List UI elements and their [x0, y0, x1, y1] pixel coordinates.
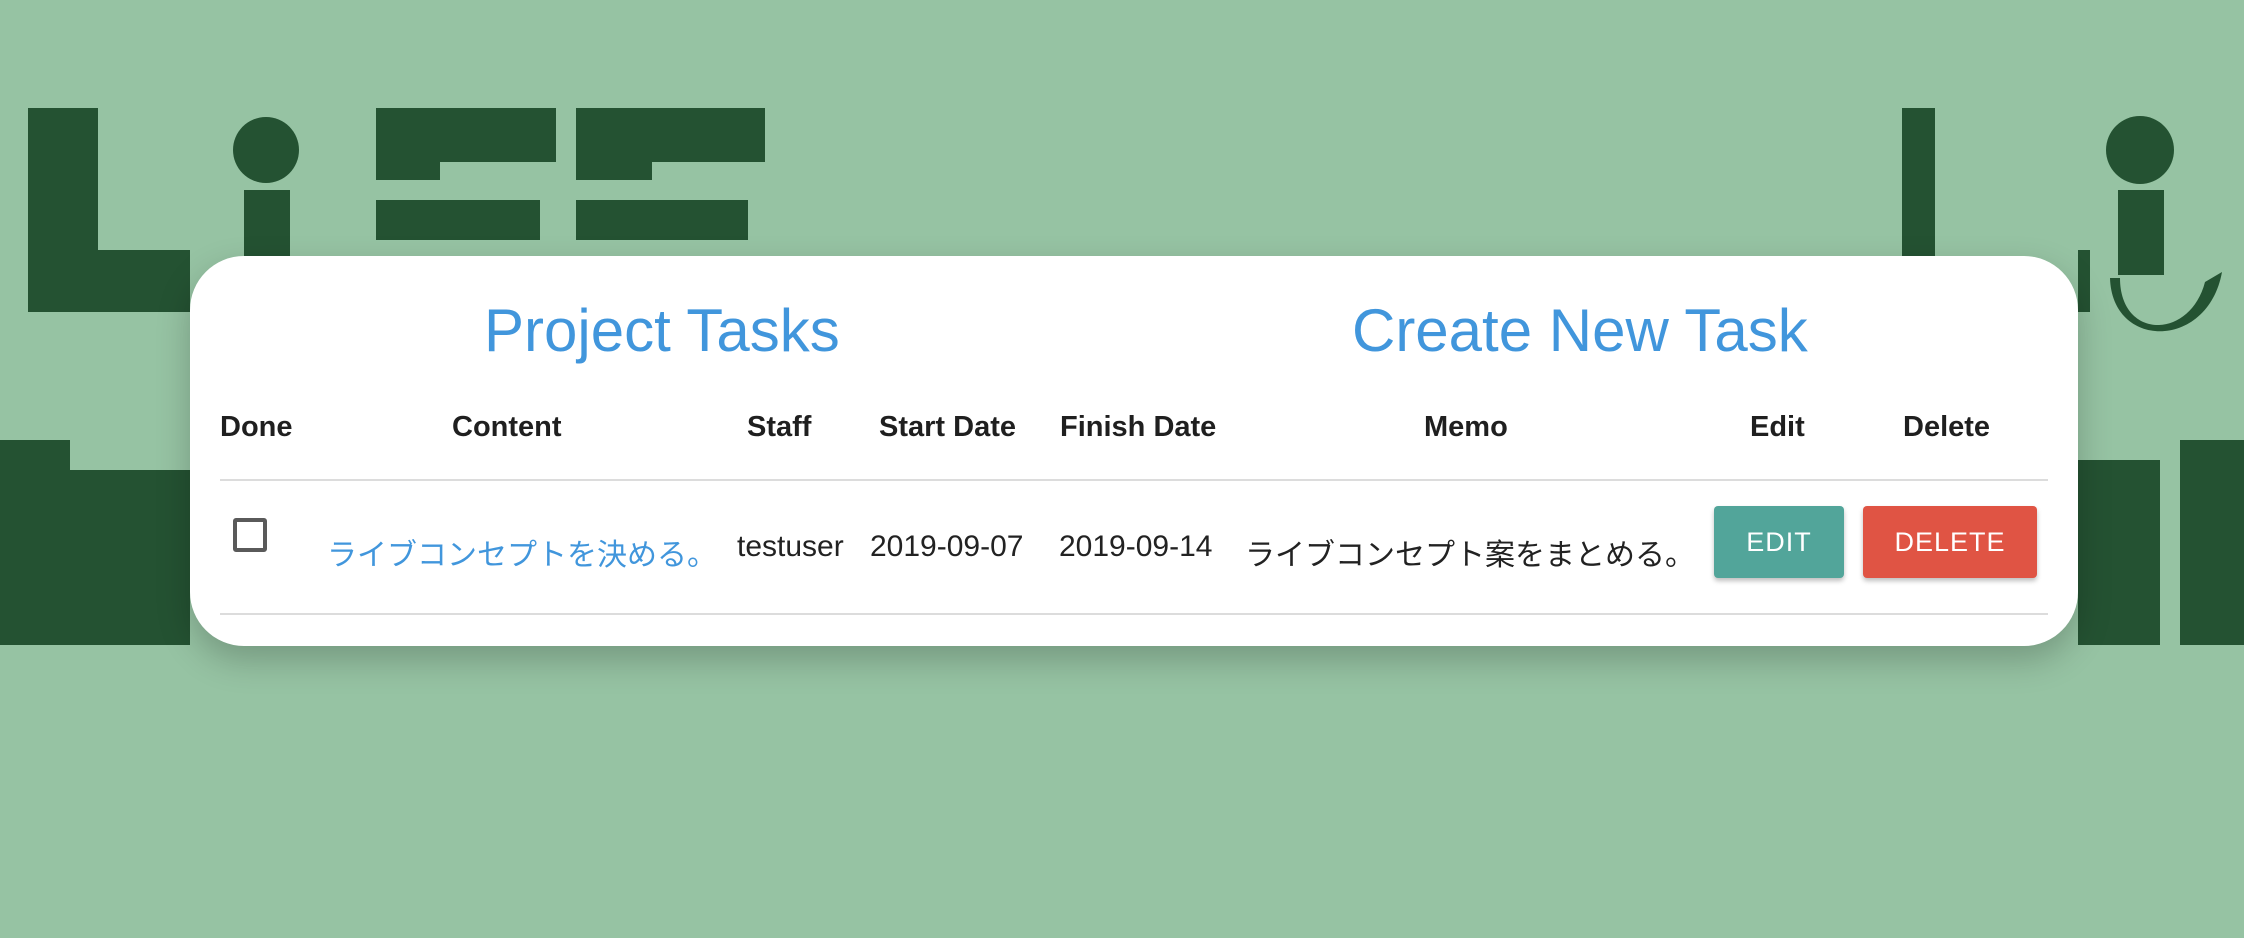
table-row: ライブコンセプトを決める。 testuser 2019-09-07 2019-0…: [220, 506, 2048, 586]
task-content-link[interactable]: ライブコンセプトを決める。: [327, 530, 717, 574]
header-start-date: Start Date: [879, 411, 1016, 443]
row-divider: [220, 613, 2048, 615]
table-header: Done Content Staff Start Date Finish Dat…: [220, 411, 2048, 461]
header-edit: Edit: [1750, 411, 1805, 443]
header-done: Done: [220, 411, 293, 443]
header-divider: [220, 479, 2048, 481]
create-new-task-link[interactable]: Create New Task: [1352, 296, 1808, 365]
done-checkbox[interactable]: [233, 518, 267, 552]
memo-cell: ライブコンセプト案をまとめる。: [1245, 539, 1695, 572]
header-memo: Memo: [1424, 411, 1508, 443]
header-content: Content: [452, 411, 562, 443]
header-delete: Delete: [1903, 411, 1991, 443]
edit-button[interactable]: EDIT: [1714, 506, 1844, 578]
delete-button[interactable]: DELETE: [1863, 506, 2037, 578]
project-tasks-link[interactable]: Project Tasks: [484, 296, 840, 365]
header-staff: Staff: [747, 411, 812, 443]
task-list-card: Project Tasks Create New Task Done Conte…: [190, 256, 2078, 646]
start-date-cell: 2019-09-07: [870, 530, 1024, 563]
finish-date-cell: 2019-09-14: [1059, 530, 1213, 563]
staff-cell: testuser: [737, 530, 844, 563]
header-finish-date: Finish Date: [1060, 411, 1217, 443]
